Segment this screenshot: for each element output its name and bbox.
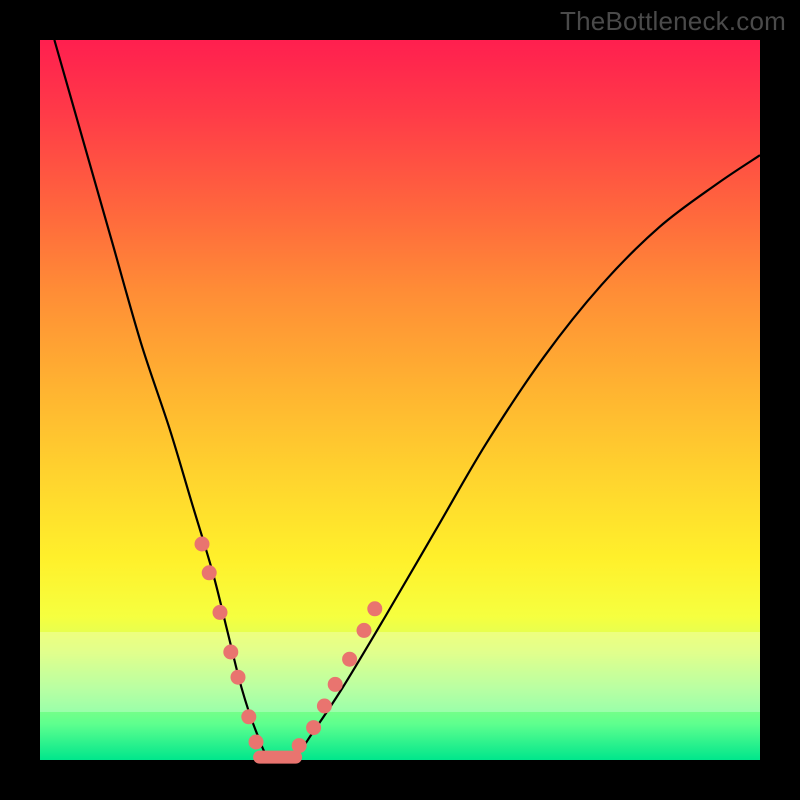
bead-icon xyxy=(202,565,217,580)
bead-icon xyxy=(342,652,357,667)
bead-icon xyxy=(292,738,307,753)
bead-icon xyxy=(317,699,332,714)
beads-left-group xyxy=(195,537,264,750)
beads-right-group xyxy=(292,601,383,753)
bead-icon xyxy=(306,720,321,735)
plot-area xyxy=(40,40,760,760)
bead-icon xyxy=(231,670,246,685)
bottleneck-curve xyxy=(54,40,760,764)
bead-icon xyxy=(357,623,372,638)
bead-icon xyxy=(195,537,210,552)
bead-icon xyxy=(328,677,343,692)
bead-icon xyxy=(249,735,264,750)
chart-frame: TheBottleneck.com xyxy=(0,0,800,800)
bead-icon xyxy=(223,645,238,660)
bead-icon xyxy=(367,601,382,616)
watermark-text: TheBottleneck.com xyxy=(560,6,786,37)
bead-icon xyxy=(241,709,256,724)
bead-icon xyxy=(213,605,228,620)
curve-layer xyxy=(40,40,760,760)
